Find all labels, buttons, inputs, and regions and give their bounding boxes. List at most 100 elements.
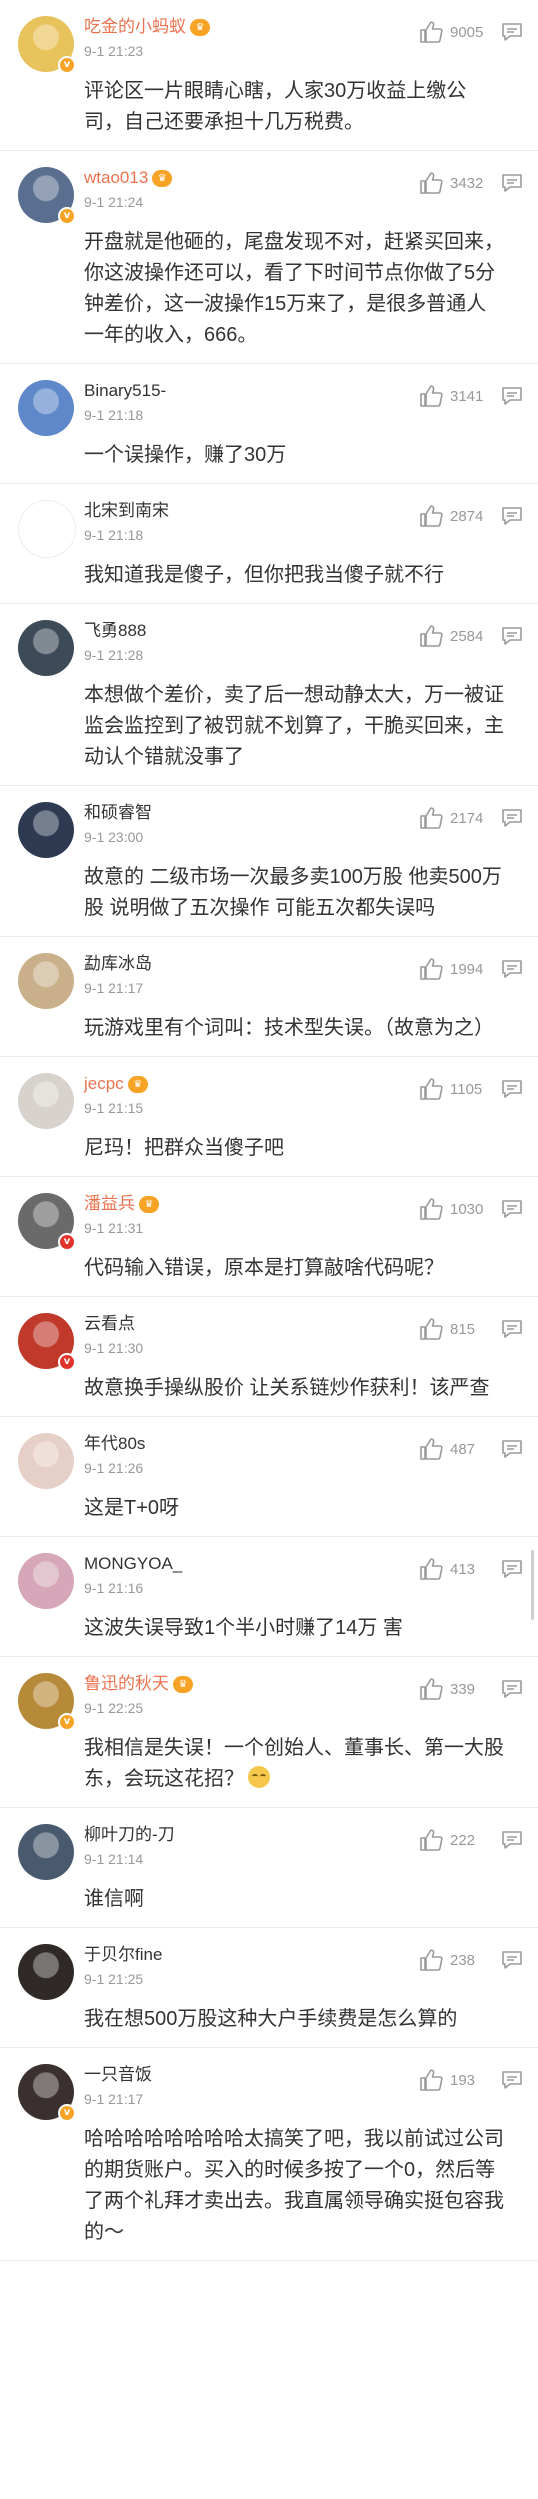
reply-icon[interactable]	[494, 807, 524, 829]
reply-icon[interactable]	[494, 1318, 524, 1340]
avatar[interactable]	[18, 802, 74, 858]
like-icon[interactable]	[418, 384, 444, 408]
like-icon[interactable]	[418, 806, 444, 830]
like-icon[interactable]	[418, 1828, 444, 1852]
avatar[interactable]: v	[18, 1673, 76, 1731]
comment-time: 9-1 23:00	[84, 829, 144, 845]
comment-text-body: 故意的 二级市场一次最多卖100万股 他卖500万股 说明做了五次操作 可能五次…	[84, 866, 502, 919]
avatar[interactable]	[18, 380, 74, 436]
comment-item[interactable]: v 云看点 9-1 21:30 815 故意换手操纵股价 让关系链炒作获利！该严查	[0, 1297, 538, 1417]
like-count: 193	[450, 2071, 476, 2089]
comment-item[interactable]: 和硕睿智 9-1 23:00 2174 故意的 二级市场一次最多卖100万股 他卖50…	[0, 786, 538, 937]
comment-item[interactable]: 北宋到南宋 9-1 21:18 2874 我知道我是傻子，但你把我当傻子就不行	[0, 484, 538, 604]
comment-item[interactable]: v 吃金的小蚂蚁 ♛ 9-1 21:23 9005 评论区一片眼睛心瞎，人家30万收益上缴…	[0, 0, 538, 151]
username[interactable]: 潘益兵	[84, 1193, 135, 1215]
comment-text-body: 评论区一片眼睛心瞎，人家30万收益上缴公司，自己还要承担十几万税费。	[84, 80, 467, 133]
avatar[interactable]: v	[18, 167, 76, 225]
avatar[interactable]	[18, 1824, 74, 1880]
like-icon[interactable]	[418, 20, 444, 44]
avatar[interactable]: v	[18, 16, 76, 74]
reply-icon[interactable]	[494, 21, 524, 43]
comment-item[interactable]: 柳叶刀的-刀 9-1 21:14 222 谁信啊	[0, 1808, 538, 1928]
comment-time: 9-1 21:28	[84, 647, 144, 663]
reply-icon[interactable]	[494, 1949, 524, 1971]
avatar[interactable]	[18, 1553, 74, 1609]
comment-text: 我知道我是傻子，但你把我当傻子就不行	[84, 560, 524, 591]
like-icon[interactable]	[418, 1317, 444, 1341]
comment-text-body: 哈哈哈哈哈哈哈哈太搞笑了吧，我以前试过公司的期货账户。买入的时候多按了一个0，然…	[84, 2128, 504, 2243]
like-count: 339	[450, 1680, 476, 1698]
username[interactable]: 一只音饭	[84, 2064, 152, 2086]
comment-item[interactable]: v wtao013 ♛ 9-1 21:24 3432 开盘就是他砸的，尾盘发现不对，赶紧买…	[0, 151, 538, 364]
username[interactable]: 北宋到南宋	[84, 500, 169, 522]
avatar[interactable]	[18, 1944, 74, 2000]
comment-header: 北宋到南宋 9-1 21:18 2874	[84, 500, 524, 548]
avatar[interactable]: v	[18, 1313, 76, 1371]
avatar[interactable]	[18, 1073, 74, 1129]
like-icon[interactable]	[418, 1197, 444, 1221]
username[interactable]: 云看点	[84, 1313, 135, 1335]
building-avatar	[18, 380, 74, 436]
comment-item[interactable]: 勐库冰岛 9-1 21:17 1994 玩游戏里有个词叫：技术型失误。（故意为之）	[0, 937, 538, 1057]
comment-header: 于贝尔fine 9-1 21:25 238	[84, 1944, 524, 1992]
reply-icon[interactable]	[494, 1558, 524, 1580]
comment-item[interactable]: Binary515- 9-1 21:18 3141 一个误操作，赚了30万	[0, 364, 538, 484]
like-icon[interactable]	[418, 624, 444, 648]
username[interactable]: MONGYOA_	[84, 1553, 182, 1575]
like-icon[interactable]	[418, 1948, 444, 1972]
username[interactable]: jecpc	[84, 1073, 124, 1095]
reply-icon[interactable]	[494, 1198, 524, 1220]
username[interactable]: Binary515-	[84, 380, 166, 402]
like-icon[interactable]	[418, 957, 444, 981]
avatar[interactable]	[18, 953, 74, 1009]
username[interactable]: 柳叶刀的-刀	[84, 1824, 175, 1846]
reply-icon[interactable]	[494, 2069, 524, 2091]
username[interactable]: 和硕睿智	[84, 802, 152, 824]
reply-icon[interactable]	[494, 172, 524, 194]
like-icon[interactable]	[418, 1077, 444, 1101]
reply-icon[interactable]	[494, 505, 524, 527]
comment-item[interactable]: jecpc ♛ 9-1 21:15 1105 尼玛！把群众当傻子吧	[0, 1057, 538, 1177]
reply-icon[interactable]	[494, 1078, 524, 1100]
like-icon[interactable]	[418, 171, 444, 195]
username[interactable]: 吃金的小蚂蚁	[84, 16, 186, 38]
reply-icon[interactable]	[494, 1829, 524, 1851]
avatar[interactable]	[18, 500, 76, 558]
comment-text: 谁信啊	[84, 1884, 524, 1915]
reply-icon[interactable]	[494, 1678, 524, 1700]
username[interactable]: 飞勇888	[84, 620, 146, 642]
comment-actions: 1105	[418, 1077, 524, 1101]
comment-item[interactable]: MONGYOA_ 9-1 21:16 413 这波失误导致1个半小时赚了14万 害	[0, 1537, 538, 1657]
comment-time: 9-1 21:17	[84, 2091, 144, 2107]
reply-icon[interactable]	[494, 958, 524, 980]
username[interactable]: 年代80s	[84, 1433, 145, 1455]
verified-badge-icon: v	[58, 1713, 76, 1731]
comment-item[interactable]: 于贝尔fine 9-1 21:25 238 我在想500万股这种大户手续费是怎么算的	[0, 1928, 538, 2048]
like-icon[interactable]	[418, 1677, 444, 1701]
avatar[interactable]	[18, 1433, 74, 1489]
username[interactable]: 鲁迅的秋天	[84, 1673, 169, 1695]
comment-item[interactable]: v 潘益兵 ♛ 9-1 21:31 1030 代码输入错误，原本是打算敲啥代码呢？	[0, 1177, 538, 1297]
comment-item[interactable]: v 鲁迅的秋天 ♛ 9-1 22:25 339 我相信是失误！一个创始人、董事长、第一大股…	[0, 1657, 538, 1808]
reply-icon[interactable]	[494, 385, 524, 407]
avatar[interactable]: v	[18, 2064, 76, 2122]
avatar[interactable]	[18, 620, 74, 676]
username[interactable]: wtao013	[84, 167, 148, 189]
username[interactable]: 于贝尔fine	[84, 1944, 162, 1966]
like-icon[interactable]	[418, 2068, 444, 2092]
reply-icon[interactable]	[494, 625, 524, 647]
reply-icon[interactable]	[494, 1438, 524, 1460]
comment-item[interactable]: 飞勇888 9-1 21:28 2584 本想做个差价，卖了后一想动静太大，万一被证监…	[0, 604, 538, 786]
avatar[interactable]: v	[18, 1193, 76, 1251]
comment-item[interactable]: v 一只音饭 9-1 21:17 193 哈哈哈哈哈哈哈哈太搞笑了吧，我以前试过公司的期…	[0, 2048, 538, 2261]
like-icon[interactable]	[418, 1557, 444, 1581]
comment-text: 评论区一片眼睛心瞎，人家30万收益上缴公司，自己还要承担十几万税费。	[84, 76, 524, 138]
scrollbar[interactable]	[531, 1550, 534, 1620]
username[interactable]: 勐库冰岛	[84, 953, 152, 975]
person-avatar	[18, 1433, 74, 1489]
comment-actions: 222	[418, 1828, 524, 1852]
comment-actions: 339	[418, 1677, 524, 1701]
comment-item[interactable]: 年代80s 9-1 21:26 487 这是T+0呀	[0, 1417, 538, 1537]
like-icon[interactable]	[418, 504, 444, 528]
like-icon[interactable]	[418, 1437, 444, 1461]
